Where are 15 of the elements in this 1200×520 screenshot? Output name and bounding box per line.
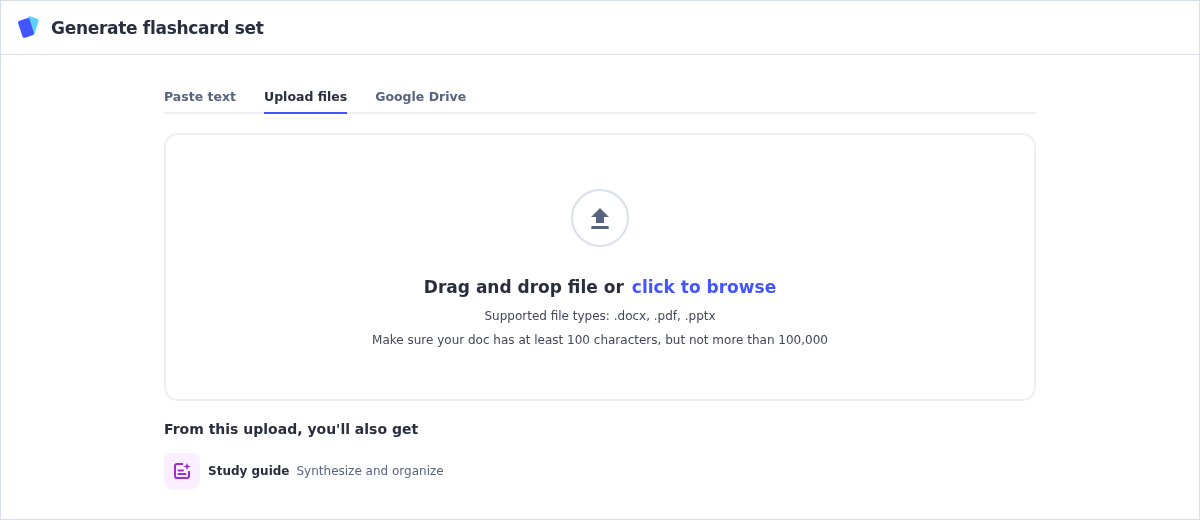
- upload-icon: [571, 189, 629, 247]
- study-guide-icon: [164, 453, 200, 489]
- item-name: Study guide: [208, 464, 290, 478]
- page-title: Generate flashcard set: [51, 17, 264, 38]
- supported-types-text: Supported file types: .docx, .pdf, .pptx: [484, 309, 716, 323]
- extras-heading: From this upload, you'll also get: [164, 421, 420, 437]
- tab[interactable]: Google Drive: [375, 85, 467, 114]
- tab[interactable]: Paste text: [164, 85, 236, 114]
- tab[interactable]: Upload files: [264, 85, 348, 114]
- length-note: Make sure your doc has at least 100 characters, but not more than 100,000: [372, 333, 828, 347]
- dropzone-headline: Drag and drop file or: [423, 277, 624, 297]
- dropzone[interactable]: Drag and drop file or click to browse Supported file types: .docx, .pdf, .pptx Make sure your doc has at least 100 characters, but not more than 100,000: [164, 133, 1036, 401]
- item-description: Synthesize and organize: [296, 464, 444, 478]
- cards-logo-icon: [17, 14, 41, 41]
- browse-link[interactable]: click to browse: [631, 277, 777, 297]
